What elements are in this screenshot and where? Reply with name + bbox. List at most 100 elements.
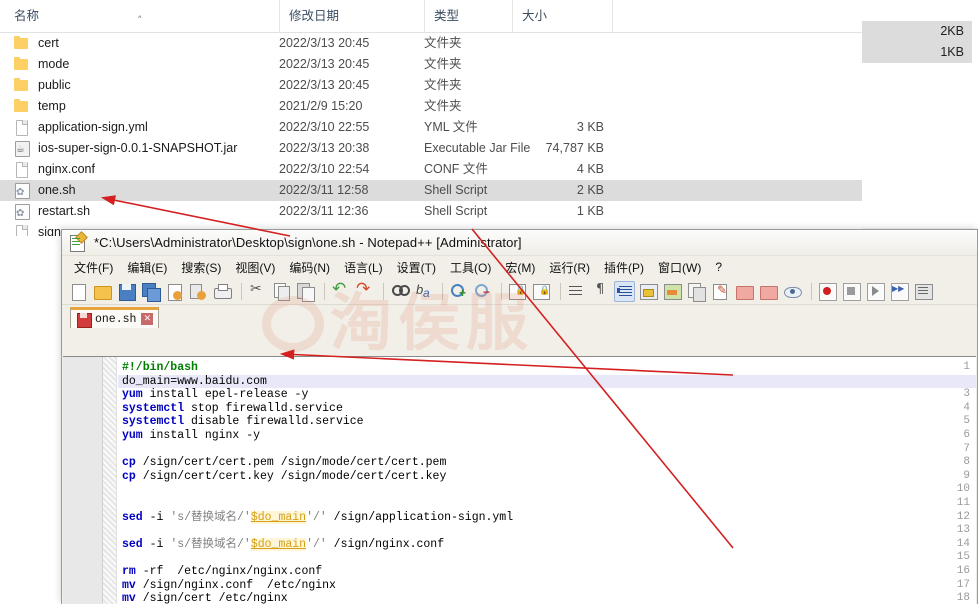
table-row[interactable]: mode2022/3/13 20:45文件夹 bbox=[0, 54, 862, 75]
file-name-cell[interactable]: sign bbox=[14, 222, 61, 236]
file-name-cell[interactable]: restart.sh bbox=[14, 201, 90, 222]
word-wrap-icon[interactable] bbox=[566, 281, 587, 302]
notepad-menu-bar[interactable]: 文件(F)编辑(E)搜索(S)视图(V)编码(N)语言(L)设置(T)工具(O)… bbox=[62, 256, 977, 278]
column-header-type[interactable]: 类型 bbox=[424, 0, 512, 33]
run-macro-multiple-icon[interactable] bbox=[889, 281, 910, 302]
code-line[interactable]: yum install nginx -y bbox=[122, 429, 260, 443]
table-row[interactable]: nginx.conf2022/3/10 22:54CONF 文件4 KB bbox=[0, 159, 862, 180]
open-file-icon[interactable] bbox=[92, 281, 113, 302]
close-file-icon[interactable] bbox=[164, 281, 185, 302]
cut-icon[interactable] bbox=[247, 281, 268, 302]
code-line[interactable]: #!/bin/bash bbox=[122, 361, 198, 375]
menu-item-2[interactable]: 搜索(S) bbox=[174, 259, 228, 276]
macro-playback-icon[interactable] bbox=[662, 281, 683, 302]
show-indent-guide-icon[interactable] bbox=[614, 281, 635, 302]
code-line[interactable]: systemctl stop firewalld.service bbox=[122, 402, 343, 416]
find-icon[interactable] bbox=[389, 281, 410, 302]
save-all-icon[interactable] bbox=[140, 281, 161, 302]
code-token: /sign/application-sign.yml bbox=[327, 511, 513, 524]
file-date-cell: 2021/2/9 15:20 bbox=[279, 96, 362, 117]
menu-item-10[interactable]: 插件(P) bbox=[597, 259, 651, 276]
play-macro-icon[interactable] bbox=[865, 281, 886, 302]
stop-recording-icon[interactable] bbox=[841, 281, 862, 302]
menu-item-7[interactable]: 工具(O) bbox=[443, 259, 498, 276]
file-name-cell[interactable]: application-sign.yml bbox=[14, 117, 148, 138]
document-map-icon[interactable] bbox=[686, 281, 707, 302]
code-token: disable firewalld.service bbox=[184, 415, 363, 428]
table-row[interactable]: application-sign.yml2022/3/10 22:55YML 文… bbox=[0, 117, 862, 138]
file-name-cell[interactable]: mode bbox=[14, 54, 69, 75]
menu-item-9[interactable]: 运行(R) bbox=[542, 259, 597, 276]
zoom-in-icon[interactable] bbox=[448, 281, 469, 302]
file-name-cell[interactable]: nginx.conf bbox=[14, 159, 95, 180]
menu-item-8[interactable]: 宏(M) bbox=[498, 259, 542, 276]
run-dialog-icon[interactable] bbox=[913, 281, 934, 302]
sync-vertical-scroll-icon[interactable] bbox=[507, 281, 528, 302]
notepad-title-text: *C:\Users\Administrator\Desktop\sign\one… bbox=[94, 235, 522, 250]
code-line[interactable]: do_main=www.baidu.com bbox=[122, 375, 267, 389]
menu-item-4[interactable]: 编码(N) bbox=[282, 259, 337, 276]
fold-margin[interactable] bbox=[103, 357, 117, 604]
menu-item-12[interactable]: ? bbox=[708, 260, 729, 274]
undo-icon[interactable] bbox=[330, 281, 351, 302]
file-name-cell[interactable]: public bbox=[14, 75, 71, 96]
function-list-icon[interactable] bbox=[734, 281, 755, 302]
zoom-out-icon[interactable] bbox=[472, 281, 493, 302]
tab-one-sh[interactable]: one.sh ✕ bbox=[70, 307, 159, 328]
menu-item-1[interactable]: 编辑(E) bbox=[120, 259, 174, 276]
code-line[interactable]: sed -i 's/替换域名/'$do_main'/' /sign/nginx.… bbox=[122, 538, 444, 552]
copy-icon[interactable] bbox=[271, 281, 292, 302]
record-macro-icon[interactable] bbox=[817, 281, 838, 302]
preview-eye-icon[interactable] bbox=[782, 281, 803, 302]
file-name-label: restart.sh bbox=[38, 201, 90, 222]
menu-item-3[interactable]: 视图(V) bbox=[228, 259, 282, 276]
code-line[interactable]: cp /sign/cert/cert.pem /sign/mode/cert/c… bbox=[122, 456, 446, 470]
table-row[interactable]: one.sh2022/3/11 12:58Shell Script2 KB bbox=[0, 180, 862, 201]
replace-icon[interactable] bbox=[413, 281, 434, 302]
code-token: /sign/nginx.conf /etc/nginx bbox=[136, 579, 336, 592]
document-list-icon[interactable] bbox=[710, 281, 731, 302]
close-icon[interactable]: ✕ bbox=[141, 313, 153, 325]
menu-item-0[interactable]: 文件(F) bbox=[67, 259, 120, 276]
file-name-cell[interactable]: temp bbox=[14, 96, 66, 117]
file-size-cell: 74,787 KB bbox=[512, 138, 604, 159]
code-line[interactable]: rm -rf /etc/nginx/nginx.conf bbox=[122, 565, 322, 579]
table-row[interactable]: restart.sh2022/3/11 12:36Shell Script1 K… bbox=[0, 201, 862, 222]
notepad-toolbar[interactable] bbox=[62, 278, 977, 305]
file-name-cell[interactable]: one.sh bbox=[14, 180, 76, 201]
code-editor[interactable]: 1234567891011121314151617181920 #!/bin/b… bbox=[63, 356, 976, 604]
table-row[interactable]: public2022/3/13 20:45文件夹 bbox=[0, 75, 862, 96]
column-header-name[interactable]: 名称 ˄ bbox=[0, 0, 279, 33]
menu-item-5[interactable]: 语言(L) bbox=[337, 259, 390, 276]
column-header-date[interactable]: 修改日期 bbox=[279, 0, 424, 33]
code-line[interactable]: systemctl disable firewalld.service bbox=[122, 415, 364, 429]
notepad-title-bar[interactable]: *C:\Users\Administrator\Desktop\sign\one… bbox=[62, 230, 977, 256]
save-icon[interactable] bbox=[116, 281, 137, 302]
sync-horizontal-scroll-icon[interactable] bbox=[531, 281, 552, 302]
print-icon[interactable] bbox=[212, 281, 233, 302]
file-name-cell[interactable]: cert bbox=[14, 33, 59, 54]
code-line[interactable]: sed -i 's/替换域名/'$do_main'/' /sign/applic… bbox=[122, 511, 513, 525]
menu-item-6[interactable]: 设置(T) bbox=[390, 259, 443, 276]
close-all-files-icon[interactable] bbox=[188, 281, 209, 302]
code-line[interactable]: yum install epel-release -y bbox=[122, 388, 308, 402]
column-header-size[interactable]: 大小 bbox=[512, 0, 612, 33]
show-all-characters-icon[interactable] bbox=[590, 281, 611, 302]
folder-workspace-icon[interactable] bbox=[758, 281, 779, 302]
notepad-tab-bar[interactable]: one.sh ✕ bbox=[62, 305, 977, 329]
code-line[interactable]: mv /sign/nginx.conf /etc/nginx bbox=[122, 579, 336, 593]
file-name-cell[interactable]: ios-super-sign-0.0.1-SNAPSHOT.jar bbox=[14, 138, 237, 159]
table-row[interactable]: cert2022/3/13 20:45文件夹 bbox=[0, 33, 862, 54]
file-name-label: public bbox=[38, 75, 71, 96]
file-list[interactable]: cert2022/3/13 20:45文件夹mode2022/3/13 20:4… bbox=[0, 33, 862, 236]
code-line[interactable]: cp /sign/cert/cert.key /sign/mode/cert/c… bbox=[122, 470, 446, 484]
paste-icon[interactable] bbox=[295, 281, 316, 302]
code-text-area[interactable]: #!/bin/bashdo_main=www.baidu.comyum inst… bbox=[118, 357, 976, 604]
code-line[interactable]: mv /sign/cert /etc/nginx bbox=[122, 592, 288, 604]
table-row[interactable]: ios-super-sign-0.0.1-SNAPSHOT.jar2022/3/… bbox=[0, 138, 862, 159]
redo-icon[interactable] bbox=[354, 281, 375, 302]
new-file-icon[interactable] bbox=[68, 281, 89, 302]
menu-item-11[interactable]: 窗口(W) bbox=[651, 259, 708, 276]
table-row[interactable]: temp2021/2/9 15:20文件夹 bbox=[0, 96, 862, 117]
user-defined-dialog-icon[interactable] bbox=[638, 281, 659, 302]
